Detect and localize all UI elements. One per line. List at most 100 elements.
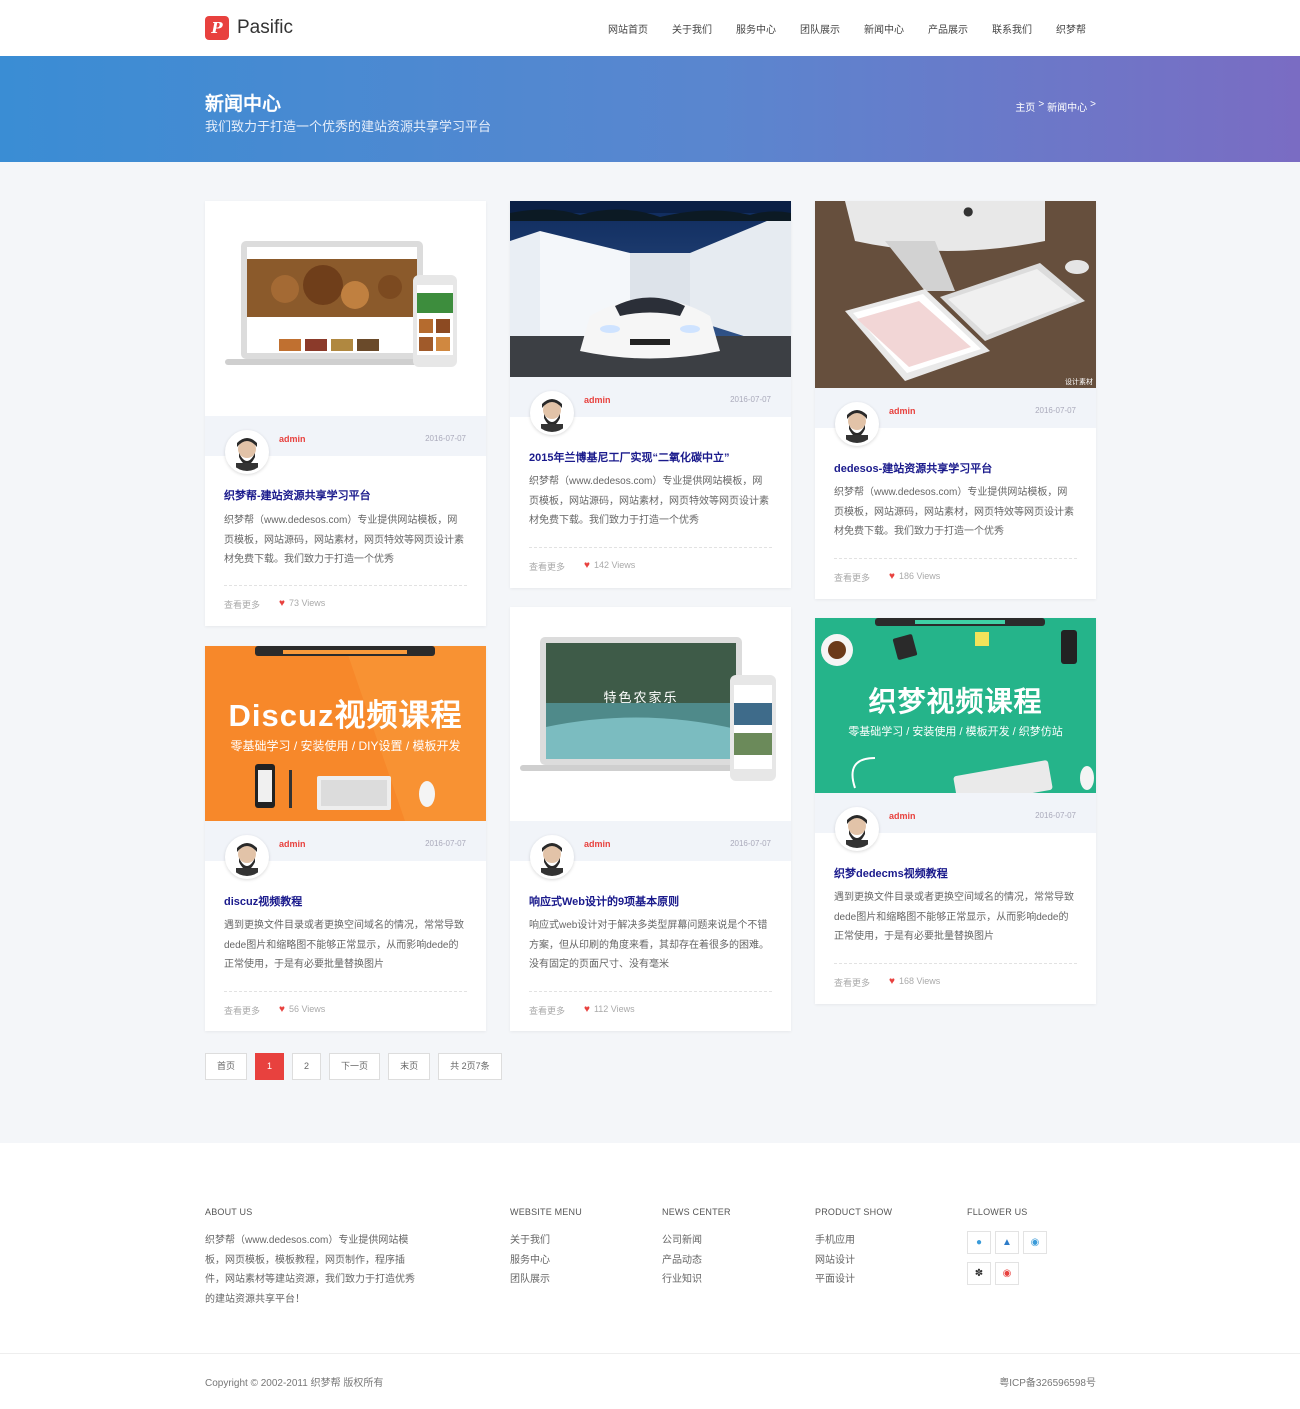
page-next[interactable]: 下一页 [329, 1053, 381, 1080]
author-name[interactable]: admin [889, 406, 916, 416]
pinterest-icon[interactable]: ◉ [995, 1262, 1019, 1285]
author-avatar [225, 430, 269, 474]
card-thumbnail[interactable]: 织梦视频课程 零基础学习 / 安装使用 / 模板开发 / 织梦仿站 [815, 618, 1096, 793]
card-thumbnail[interactable] [510, 201, 791, 377]
news-card: admin 2016-07-07 织梦帮-建站资源共享学习平台 织梦帮（www.… [205, 201, 486, 626]
card-title[interactable]: 2015年兰博基尼工厂实现“二氧化碳中立” [529, 449, 729, 465]
card-meta: admin 2016-07-07 [510, 377, 791, 435]
author-name[interactable]: admin [279, 839, 306, 849]
footer-link-web-design[interactable]: 网站设计 [815, 1251, 892, 1271]
desk-workspace-image: ● 设计素材 [815, 201, 1096, 388]
page-1[interactable]: 1 [255, 1053, 285, 1080]
logo[interactable]: P Pasific [205, 16, 293, 40]
thumb-title: Discuz视频课程 [228, 698, 463, 733]
author-avatar [530, 835, 574, 879]
nav-item-about[interactable]: 关于我们 [672, 21, 712, 36]
post-date: 2016-07-07 [425, 839, 466, 848]
card-title[interactable]: 织梦dedecms视频教程 [834, 865, 948, 881]
card-meta: admin 2016-07-07 [205, 416, 486, 474]
news-card: ● 设计素材 admin 2016-07-07 dedesos-建站资源共享学习… [815, 201, 1096, 599]
nav-item-service[interactable]: 服务中心 [736, 21, 776, 36]
footer-link-mobile[interactable]: 手机应用 [815, 1231, 892, 1251]
author-avatar [225, 835, 269, 879]
footer-link-about[interactable]: 关于我们 [510, 1231, 582, 1251]
card-excerpt: 响应式web设计对于解决多类型屏幕问题来说是个不错方案，但从印刷的角度来看，其却… [529, 920, 769, 970]
author-name[interactable]: admin [279, 434, 306, 444]
footer-link-product-news[interactable]: 产品动态 [662, 1251, 731, 1271]
footer-about-text: 织梦帮（www.dedesos.com）专业提供网站模板，网页模板，模板教程，网… [205, 1235, 415, 1305]
news-card: 织梦视频课程 零基础学习 / 安装使用 / 模板开发 / 织梦仿站 admin … [815, 618, 1096, 1004]
nav-item-dreamweaver[interactable]: 织梦帮 [1056, 21, 1086, 36]
footer-menu-heading: WEBSITE MENU [510, 1207, 582, 1217]
footer-link-team[interactable]: 团队展示 [510, 1270, 582, 1290]
renren-icon[interactable]: ✽ [967, 1262, 991, 1285]
nav-item-news[interactable]: 新闻中心 [864, 21, 904, 36]
card-thumbnail[interactable]: Discuz视频课程 零基础学习 / 安装使用 / DIY设置 / 模板开发 [205, 646, 486, 821]
news-card: 特色农家乐 admin 2016-07-07 响应式Web设计的9项基本原则 响… [510, 607, 791, 1031]
news-card: admin 2016-07-07 2015年兰博基尼工厂实现“二氧化碳中立” 织… [510, 201, 791, 588]
card-meta: admin 2016-07-07 [815, 388, 1096, 446]
footer-news-heading: NEWS CENTER [662, 1207, 731, 1217]
footer-follow: FLLOWER US ● ▲ ◉ ✽ ◉ [967, 1207, 1047, 1285]
icp-number[interactable]: 粤ICP备326596598号 [999, 1374, 1096, 1389]
breadcrumb-home[interactable]: 主页 [1015, 99, 1035, 114]
read-more-link[interactable]: 查看更多 [529, 560, 565, 573]
view-count-text: 168 Views [898, 976, 941, 986]
nav-item-home[interactable]: 网站首页 [608, 21, 648, 36]
read-more-link[interactable]: 查看更多 [529, 1004, 565, 1017]
read-more-link[interactable]: 查看更多 [224, 1004, 260, 1017]
card-footer: 查看更多 ♥ 168 Views [834, 963, 1077, 988]
read-more-link[interactable]: 查看更多 [834, 976, 870, 989]
card-title[interactable]: 织梦帮-建站资源共享学习平台 [224, 487, 371, 503]
svg-text:●: ● [963, 204, 973, 218]
footer-link-industry[interactable]: 行业知识 [662, 1270, 731, 1290]
footer-products-heading: PRODUCT SHOW [815, 1207, 893, 1217]
read-more-link[interactable]: 查看更多 [834, 571, 870, 584]
logo-icon: P [205, 16, 229, 40]
thumb-subtitle: 零基础学习 / 安装使用 / DIY设置 / 模板开发 [230, 739, 461, 753]
read-more-link[interactable]: 查看更多 [224, 598, 260, 611]
card-excerpt: 织梦帮（www.dedesos.com）专业提供网站模板，网页模板，网站源码，网… [224, 515, 464, 565]
card-meta: admin 2016-07-07 [510, 821, 791, 879]
card-title[interactable]: dedesos-建站资源共享学习平台 [834, 460, 992, 476]
card-thumbnail[interactable] [205, 201, 486, 416]
qq-icon[interactable]: ▲ [995, 1231, 1019, 1254]
page-last[interactable]: 末页 [388, 1053, 431, 1080]
footer-link-graphic[interactable]: 平面设计 [815, 1270, 892, 1290]
page-first[interactable]: 首页 [205, 1053, 248, 1080]
card-excerpt: 遇到更换文件目录或者更换空间域名的情况，常常导致dede图片和缩略图不能够正常显… [224, 920, 464, 970]
card-title[interactable]: discuz视频教程 [224, 893, 302, 909]
card-footer: 查看更多 ♥ 142 Views [529, 547, 772, 572]
breadcrumb: 主页 > 新闻中心 > [1015, 99, 1096, 114]
breadcrumb-sep: > [1038, 99, 1045, 110]
card-title[interactable]: 响应式Web设计的9项基本原则 [529, 893, 679, 909]
nav-item-team[interactable]: 团队展示 [800, 21, 840, 36]
author-name[interactable]: admin [889, 811, 916, 821]
view-count-text: 186 Views [898, 571, 941, 581]
card-thumbnail[interactable]: 特色农家乐 [510, 607, 791, 821]
card-footer: 查看更多 ♥ 186 Views [834, 558, 1077, 583]
footer-link-service[interactable]: 服务中心 [510, 1251, 582, 1271]
footer-link-company-news[interactable]: 公司新闻 [662, 1231, 731, 1251]
card-excerpt: 织梦帮（www.dedesos.com）专业提供网站模板，网页模板，网站源码，网… [529, 476, 769, 526]
breadcrumb-sep: > [1090, 99, 1096, 110]
view-count: ♥ 186 Views [889, 571, 940, 582]
card-thumbnail[interactable]: ● 设计素材 [815, 201, 1096, 388]
view-count: ♥ 142 Views [584, 560, 635, 571]
author-name[interactable]: admin [584, 395, 611, 405]
nav-item-products[interactable]: 产品展示 [928, 21, 968, 36]
author-avatar [530, 391, 574, 435]
author-name[interactable]: admin [584, 839, 611, 849]
breadcrumb-news[interactable]: 新闻中心 [1047, 99, 1087, 114]
author-avatar [835, 402, 879, 446]
heart-icon: ♥ [584, 1004, 590, 1015]
view-count: ♥ 112 Views [584, 1004, 635, 1015]
post-date: 2016-07-07 [425, 434, 466, 443]
page-2[interactable]: 2 [292, 1053, 322, 1080]
card-footer: 查看更多 ♥ 112 Views [529, 991, 772, 1016]
view-count: ♥ 168 Views [889, 976, 940, 987]
copyright-text: Copyright © 2002-2011 织梦帮 版权所有 [205, 1378, 384, 1389]
nav-item-contact[interactable]: 联系我们 [992, 21, 1032, 36]
weibo-icon[interactable]: ◉ [1023, 1231, 1047, 1254]
wechat-icon[interactable]: ● [967, 1231, 991, 1254]
